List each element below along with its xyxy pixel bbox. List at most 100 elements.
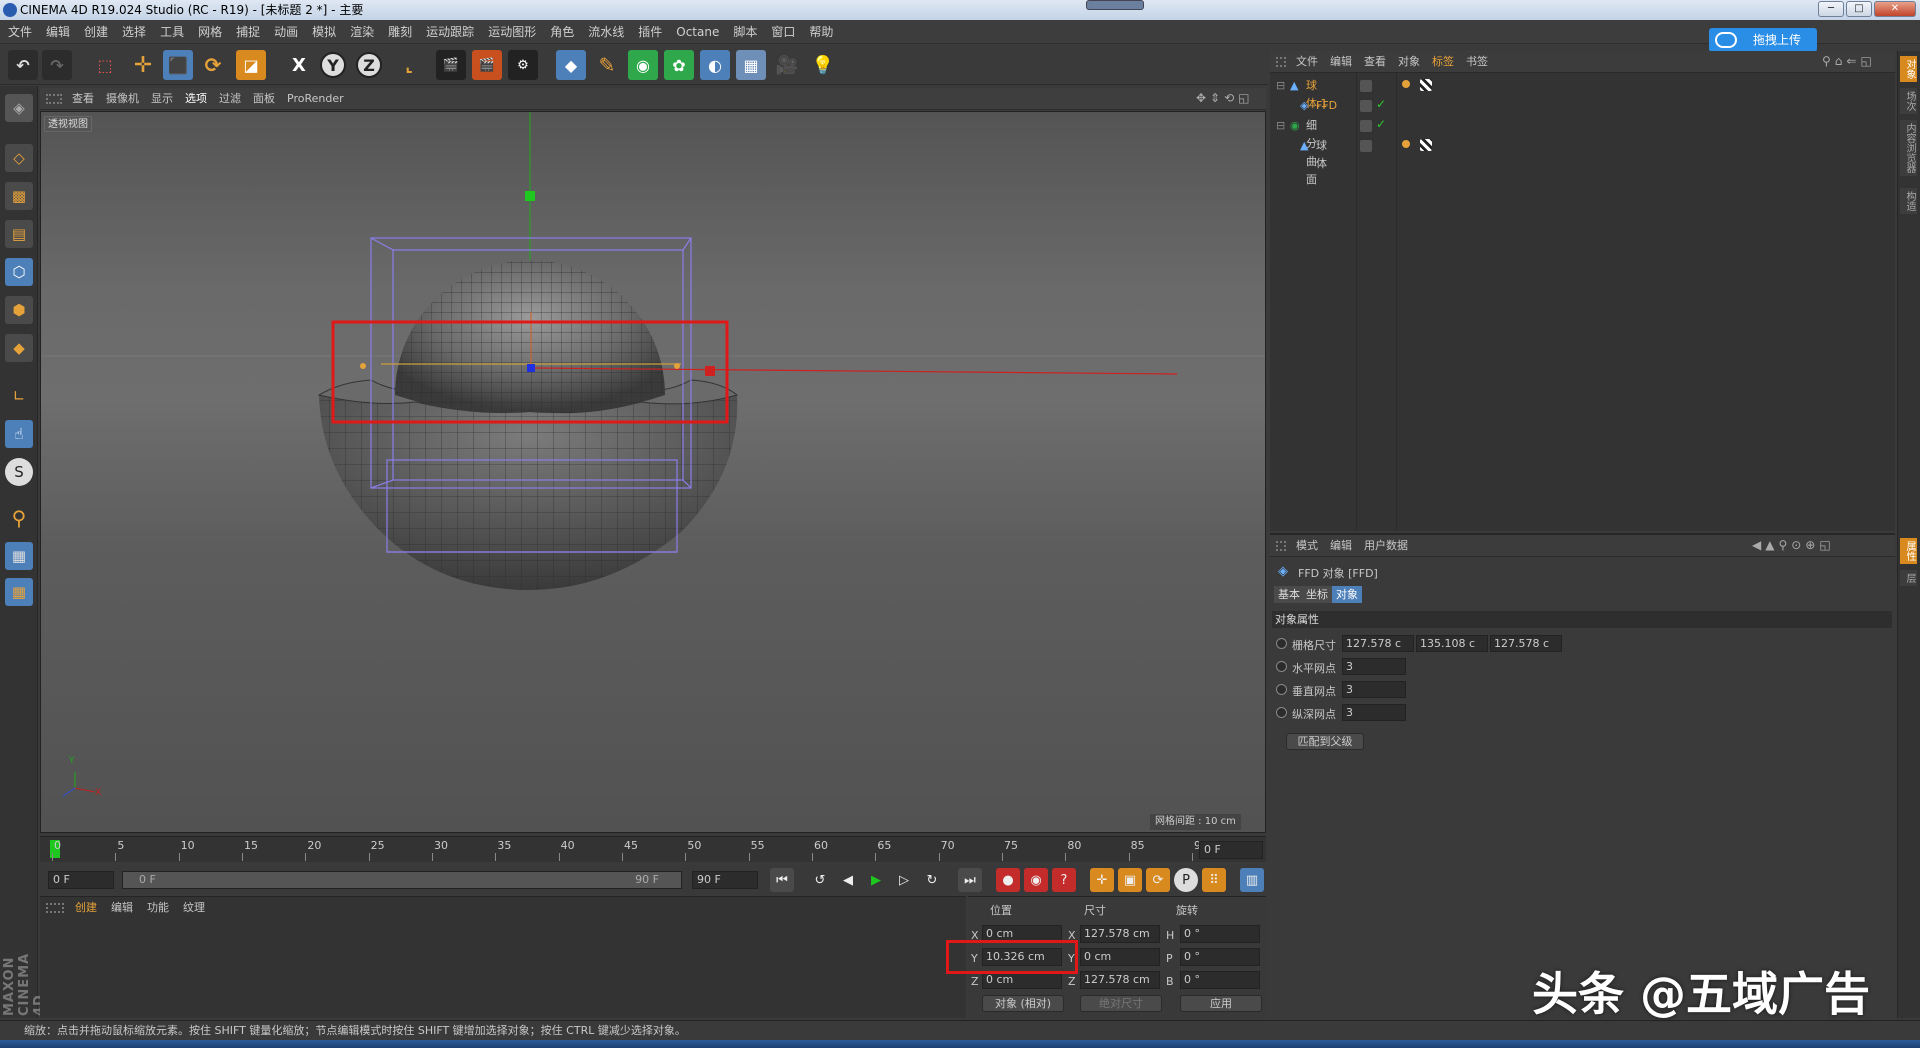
z-axis-toggle[interactable]: Z	[356, 52, 382, 78]
size-x-field[interactable]: 127.578 cm	[1080, 925, 1160, 943]
timeline[interactable]: 051015202530354045505560657075808590	[40, 836, 1266, 862]
menu-item[interactable]: 雕刻	[381, 20, 419, 44]
rotate-tool-icon[interactable]: ⟳	[198, 50, 228, 80]
menu-item[interactable]: 工具	[153, 20, 191, 44]
pen-spline-icon[interactable]: ✎	[592, 50, 622, 80]
visibility-toggle[interactable]	[1360, 80, 1372, 92]
anim-radio[interactable]	[1276, 661, 1287, 672]
apply-button[interactable]: 应用	[1180, 995, 1262, 1012]
key-pla-icon[interactable]: ⠿	[1202, 868, 1226, 892]
quick-launch-handle[interactable]	[1086, 0, 1144, 10]
grid-size-z-field[interactable]: 127.578 c	[1490, 635, 1562, 652]
grid-size-x-field[interactable]: 127.578 c	[1342, 635, 1414, 652]
upload-button[interactable]: 拖拽上传	[1709, 28, 1817, 52]
menu-item[interactable]: 运动跟踪	[419, 20, 481, 44]
workplane-mode-icon[interactable]: ▤	[5, 220, 33, 248]
make-editable-icon[interactable]: ◈	[5, 94, 33, 122]
record-keys-icon[interactable]: ●	[996, 868, 1020, 892]
maximize-button[interactable]: □	[1846, 1, 1872, 17]
menu-item[interactable]: 插件	[631, 20, 669, 44]
object-manager-tab[interactable]: 标签	[1426, 51, 1460, 73]
material-tab[interactable]: 创建	[68, 897, 104, 919]
vertical-points-field[interactable]: 3	[1342, 681, 1406, 698]
menu-item[interactable]: 动画	[267, 20, 305, 44]
points-mode-icon[interactable]: ⬡	[5, 258, 33, 286]
attribute-manager[interactable]	[1270, 533, 1895, 1018]
viewport-menu-item[interactable]: 面板	[247, 88, 281, 110]
go-to-start-icon[interactable]: ⏮	[770, 868, 794, 892]
object-manager-tab[interactable]: 查看	[1358, 51, 1392, 73]
object-manager-tab[interactable]: 对象	[1392, 51, 1426, 73]
menu-item[interactable]: 脚本	[726, 20, 764, 44]
drag-grip-icon[interactable]	[46, 93, 62, 104]
anim-radio[interactable]	[1276, 684, 1287, 695]
current-frame-field[interactable]: 0 F	[1199, 841, 1263, 859]
menu-item[interactable]: 流水线	[581, 20, 631, 44]
object-manager-tab[interactable]: 编辑	[1324, 51, 1358, 73]
key-rotation-icon[interactable]: ⟳	[1146, 868, 1170, 892]
undo-icon[interactable]: ↶	[8, 50, 38, 80]
menu-item[interactable]: 窗口	[764, 20, 802, 44]
menu-item[interactable]: 网格	[191, 20, 229, 44]
drag-grip-icon[interactable]	[1276, 56, 1286, 67]
anim-radio[interactable]	[1276, 707, 1287, 718]
viewport-menu-item[interactable]: 摄像机	[100, 88, 145, 110]
viewport-menu-item[interactable]: ProRender	[281, 88, 350, 110]
menu-item[interactable]: 捕捉	[229, 20, 267, 44]
depth-points-field[interactable]: 3	[1342, 704, 1406, 721]
coord-mode-dropdown[interactable]: 对象 (相对)	[982, 995, 1064, 1012]
deformer-icon[interactable]: ◐	[700, 50, 730, 80]
prev-frame-icon[interactable]: ◀	[836, 868, 860, 892]
render-picture-viewer-icon[interactable]: 🎬	[472, 50, 502, 80]
x-axis-toggle[interactable]: X	[284, 50, 314, 80]
close-button[interactable]: ✕	[1874, 1, 1916, 17]
tab-layers-vertical[interactable]: 层	[1900, 570, 1917, 586]
attribute-manager-tab[interactable]: 编辑	[1324, 535, 1358, 557]
key-position-icon[interactable]: ✛	[1090, 868, 1114, 892]
render-settings-icon[interactable]: ⚙	[508, 50, 538, 80]
grid-size-y-field[interactable]: 135.108 c	[1416, 635, 1488, 652]
render-view-icon[interactable]: 🎬	[436, 50, 466, 80]
tab-content-browser-vertical[interactable]: 内容浏览器	[1900, 120, 1917, 176]
redo-icon[interactable]: ↷	[42, 50, 72, 80]
size-z-field[interactable]: 127.578 cm	[1080, 971, 1160, 989]
live-selection-icon[interactable]: ⬚	[90, 50, 120, 80]
tab-coord[interactable]: 坐标	[1302, 586, 1332, 603]
axis-mode-icon[interactable]: ∟	[5, 382, 33, 410]
cube-primitive-icon[interactable]: ◆	[556, 50, 586, 80]
model-mode-icon[interactable]: ◇	[5, 144, 33, 172]
fit-to-parent-button[interactable]: 匹配到父级	[1286, 733, 1364, 750]
menu-item[interactable]: Octane	[669, 20, 726, 44]
minimize-button[interactable]: ─	[1818, 1, 1844, 17]
light-icon[interactable]: 💡	[808, 50, 838, 80]
camera-icon[interactable]: 🎥	[772, 50, 802, 80]
play-icon[interactable]: ▶	[864, 868, 888, 892]
move-tool-icon[interactable]: ✛	[128, 50, 158, 80]
autokey-icon[interactable]: ◉	[1024, 868, 1048, 892]
viewport-menu-item[interactable]: 过滤	[213, 88, 247, 110]
rot-p-field[interactable]: 0 °	[1180, 948, 1260, 966]
material-tab[interactable]: 功能	[140, 897, 176, 919]
menu-item[interactable]: 文件	[0, 20, 39, 44]
size-mode-dropdown[interactable]: 绝对尺寸	[1080, 995, 1162, 1012]
object-manager-tab[interactable]: 书签	[1460, 51, 1494, 73]
end-frame-field[interactable]: 90 F	[692, 871, 758, 889]
solo-icon[interactable]: S	[5, 458, 33, 486]
horizontal-points-field[interactable]: 3	[1342, 658, 1406, 675]
viewport-menu-item[interactable]: 选项	[179, 88, 213, 110]
next-frame-icon[interactable]: ▷	[892, 868, 916, 892]
snap-icon[interactable]: ⚲	[5, 504, 33, 532]
visibility-toggle[interactable]	[1360, 100, 1372, 112]
tab-structure-vertical[interactable]: 构造	[1900, 188, 1917, 214]
attribute-nav-icons[interactable]: ◀▲⚲⊙⊕◱	[1752, 538, 1835, 552]
viewport-menu-item[interactable]: 显示	[145, 88, 179, 110]
enabled-check-icon[interactable]: ✓	[1376, 117, 1386, 131]
start-frame-field[interactable]: 0 F	[48, 871, 114, 889]
go-to-end-icon[interactable]: ⏭	[958, 868, 982, 892]
viewport-menu-item[interactable]: 查看	[66, 88, 100, 110]
texture-mode-icon[interactable]: ▩	[5, 182, 33, 210]
phong-tag-icon[interactable]	[1402, 140, 1410, 148]
subdivision-surface-icon[interactable]: ◉	[628, 50, 658, 80]
attribute-manager-tab[interactable]: 用户数据	[1358, 535, 1414, 557]
object-manager-tab[interactable]: 文件	[1290, 51, 1324, 73]
